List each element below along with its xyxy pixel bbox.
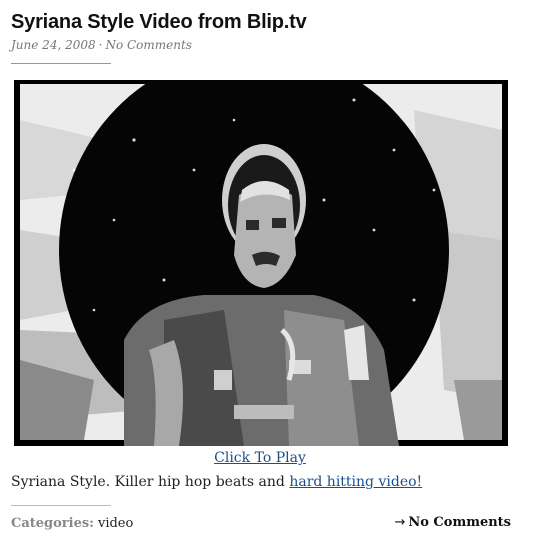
right-arrow-icon: →: [394, 515, 406, 530]
categories-label: Categories:: [11, 516, 94, 531]
meta-divider: [11, 63, 111, 64]
click-to-play-link[interactable]: Click To Play: [214, 450, 306, 466]
post-body-text: Syriana Style. Killer hip hop beats and: [11, 474, 285, 490]
video-thumbnail[interactable]: [14, 80, 508, 446]
meta-comments-link[interactable]: No Comments: [105, 38, 192, 52]
comments-link[interactable]: → No Comments: [394, 515, 511, 530]
post-body: Syriana Style. Killer hip hop beats and …: [11, 474, 422, 490]
post-categories: Categories: video: [11, 516, 133, 531]
click-to-play-row: Click To Play: [0, 450, 520, 466]
video-still-image: [14, 80, 508, 446]
hard-hitting-video-link[interactable]: hard hitting video!: [289, 474, 422, 490]
comments-link-label: No Comments: [408, 515, 511, 530]
post-meta: June 24, 2008 · No Comments: [11, 38, 192, 52]
category-link-video[interactable]: video: [98, 516, 133, 531]
meta-separator: ·: [98, 38, 103, 52]
post-date: June 24, 2008: [11, 38, 96, 52]
footer-divider: [11, 505, 111, 506]
post-title[interactable]: Syriana Style Video from Blip.tv: [11, 11, 307, 34]
